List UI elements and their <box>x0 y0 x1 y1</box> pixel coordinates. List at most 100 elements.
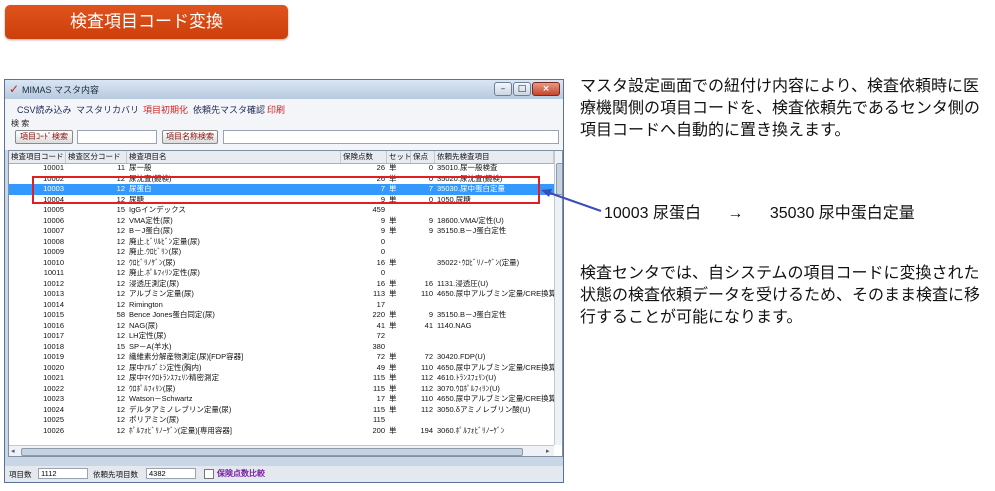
table-row[interactable]: 10012 12 浸透圧測定(尿) 16 単 16 1131.浸透圧(U) <box>9 279 554 290</box>
cell-item-name: 廃止.ﾎﾟﾙﾌｨﾘﾝ定性(尿) <box>129 268 200 277</box>
table-row[interactable]: 10022 12 ｳﾛﾎﾟﾙﾌｨﾘﾝ(尿) 115 単 112 3070.ｳﾛﾎﾟﾙﾌｨﾘﾝ… <box>9 384 554 395</box>
cell-set <box>387 415 411 426</box>
cell-set: 単 <box>389 215 397 225</box>
cell-points: 194 <box>420 425 433 435</box>
col-insurance-points[interactable]: 保険点数 <box>341 151 387 163</box>
cell-dest-item: 3070.ｳﾛﾎﾟﾙﾌｨﾘﾝ(U) <box>437 383 500 393</box>
cell-dest-item: 35150.B－J蛋白定性 <box>437 310 507 319</box>
cell-insurance-points: 113 <box>373 289 385 298</box>
name-search-input[interactable] <box>223 130 559 144</box>
cell-points: 72 <box>424 352 433 361</box>
table-row[interactable]: 10016 12 NAG(尿) 41 単 41 1140.NAG <box>9 321 554 332</box>
cell-item-name: VMA定性(尿) <box>129 215 173 225</box>
cell-dest-item: 35150.B－J蛋白定性 <box>437 226 507 235</box>
search-label: 検 索 <box>11 119 30 128</box>
points-compare-label[interactable]: 保険点数比較 <box>217 468 265 479</box>
scroll-left-icon[interactable]: ◂ <box>11 447 15 455</box>
cell-points <box>411 258 435 269</box>
table-row[interactable]: 10025 12 ポリアミン(尿) 115 <box>9 415 554 426</box>
code-search-button[interactable]: 項目ｺｰﾄﾞ検索 <box>15 130 73 144</box>
menu-item-init[interactable]: 項目初期化 <box>143 103 188 116</box>
col-points[interactable]: 保点 <box>411 151 435 163</box>
col-dest-item[interactable]: 依頼先検査項目 <box>435 151 554 163</box>
cell-dest-item: 18600.VMA/定性(U) <box>437 215 504 225</box>
cell-item-name: 尿一般 <box>129 163 152 172</box>
table-row[interactable]: 10015 58 Bence Jones蛋白同定(尿) 220 単 9 35150.B－J蛋… <box>9 310 554 321</box>
cell-item-name: SP－A(羊水) <box>129 341 172 351</box>
horizontal-scrollbar[interactable]: ◂ ▸ <box>9 445 554 456</box>
table-row[interactable]: 10021 12 尿中ﾏｲｸﾛﾄﾗﾝｽﾌｪﾘﾝ精密測定 115 単 112 4610.ﾄﾗﾝ… <box>9 373 554 384</box>
cell-category-code: 15 <box>116 205 125 214</box>
table-row[interactable]: 10007 12 B－J蛋白(尿) 9 単 9 35150.B－J蛋白定性 <box>9 226 554 237</box>
cell-category-code: 12 <box>116 320 125 330</box>
cell-set <box>387 237 411 248</box>
points-compare-checkbox[interactable] <box>204 469 214 479</box>
cell-insurance-points: 459 <box>372 205 385 214</box>
name-search-button[interactable]: 項目名称検索 <box>162 130 218 144</box>
cell-item-code: 10007 <box>43 226 64 235</box>
close-button[interactable]: × <box>532 82 560 96</box>
cell-points: 9 <box>428 215 433 225</box>
table-row[interactable]: 10010 12 ｳﾛﾋﾞﾘﾉｹﾞﾝ(尿) 16 単 35022･ｳﾛﾋﾞﾘﾉｰｹﾞﾝ(定… <box>9 258 554 269</box>
cell-dest-item <box>435 300 554 311</box>
cell-category-code: 15 <box>116 341 125 351</box>
table-row[interactable]: 10005 15 IgGインデックス 459 <box>9 205 554 216</box>
cell-category-code: 12 <box>116 226 125 235</box>
cell-category-code: 12 <box>116 383 125 393</box>
cell-item-name: デルタアミノレブリン定量(尿) <box>129 404 232 414</box>
table-row[interactable]: 10013 12 アルブミン定量(尿) 113 単 110 4650.尿中アルブミン定量/C… <box>9 289 554 300</box>
col-set[interactable]: セット <box>387 151 411 163</box>
cell-set: 単 <box>389 383 397 393</box>
window-titlebar[interactable]: ✓ MIMAS マスタ内容 – □ × <box>5 80 563 99</box>
cell-item-code: 10011 <box>43 268 64 277</box>
col-item-name[interactable]: 検査項目名 <box>127 151 341 163</box>
menu-master-recovery[interactable]: マスタリカバリ <box>76 103 139 116</box>
horizontal-scroll-thumb[interactable] <box>21 448 523 456</box>
cell-points <box>411 237 435 248</box>
cell-item-name: 廃止.ﾋﾞﾘﾙﾋﾞﾝ定量(尿) <box>129 236 200 246</box>
table-row[interactable]: 10019 12 繊維素分解産物測定(尿)[FDP容器] 72 単 72 30420.FDP… <box>9 352 554 363</box>
cell-insurance-points: 115 <box>373 415 385 424</box>
table-row[interactable]: 10017 12 LH定性(尿) 72 <box>9 331 554 342</box>
table-row[interactable]: 10023 12 Watson－Schwartz 17 単 110 4650.尿中アルブミン… <box>9 394 554 405</box>
cell-item-name: 繊維素分解産物測定(尿)[FDP容器] <box>129 352 244 361</box>
cell-points <box>411 300 435 311</box>
menu-dest-master-check[interactable]: 依頼先マスタ確認 <box>193 103 265 116</box>
cell-set <box>387 247 411 258</box>
cell-category-code: 11 <box>117 163 125 172</box>
cell-category-code: 12 <box>116 415 125 424</box>
cell-insurance-points: 72 <box>376 331 385 340</box>
col-category-code[interactable]: 検査区分コード <box>66 151 127 163</box>
maximize-button[interactable]: □ <box>513 82 531 96</box>
cell-item-name: IgGインデックス <box>129 205 186 214</box>
table-row[interactable]: 10008 12 廃止.ﾋﾞﾘﾙﾋﾞﾝ定量(尿) 0 <box>9 237 554 248</box>
window-title: MIMAS マスタ内容 <box>22 85 100 95</box>
table-row[interactable]: 10011 12 廃止.ﾎﾟﾙﾌｨﾘﾝ定性(尿) 0 <box>9 268 554 279</box>
table-row[interactable]: 10024 12 デルタアミノレブリン定量(尿) 115 単 112 3050.δアミノレブ… <box>9 405 554 416</box>
cell-item-name: 浸透圧測定(尿) <box>129 278 179 288</box>
cell-insurance-points: 0 <box>380 268 385 277</box>
table-row[interactable]: 10006 12 VMA定性(尿) 9 単 9 18600.VMA/定性(U) <box>9 216 554 227</box>
table-row[interactable]: 10001 11 尿一般 26 単 0 35010.尿一般検査 <box>9 163 554 174</box>
cell-item-code: 10023 <box>43 394 64 403</box>
cell-points <box>411 205 435 216</box>
item-count-value: 1112 <box>38 468 88 479</box>
cell-points: 110 <box>421 362 433 372</box>
table-row[interactable]: 10014 12 Rimington 17 <box>9 300 554 311</box>
cell-set: 単 <box>389 373 397 382</box>
cell-points: 112 <box>421 383 433 393</box>
minimize-button[interactable]: – <box>494 82 512 96</box>
table-row[interactable]: 10020 12 尿中ｱﾙﾌﾞﾐﾝ定性(胸内) 49 単 110 4650.尿中アルブミン定… <box>9 363 554 374</box>
table-row[interactable]: 10009 12 廃止.ｳﾛﾋﾞﾘﾝ(尿) 0 <box>9 247 554 258</box>
table-row[interactable]: 10026 12 ﾎﾟﾙﾌｫﾋﾞﾘﾉｰｹﾞﾝ(定量)[専用容器] 200 単 194 306… <box>9 426 554 437</box>
cell-category-code: 12 <box>116 352 125 361</box>
col-item-code[interactable]: 検査項目コード <box>9 151 66 163</box>
cell-item-code: 10015 <box>43 310 64 319</box>
scroll-right-icon[interactable]: ▸ <box>546 447 550 455</box>
cell-category-code: 12 <box>116 236 125 246</box>
menu-csv-import[interactable]: CSV読み込み <box>17 103 72 116</box>
table-row[interactable]: 10018 15 SP－A(羊水) 380 <box>9 342 554 353</box>
cell-points <box>411 415 435 426</box>
menu-print[interactable]: 印刷 <box>267 103 285 116</box>
code-search-input[interactable] <box>77 130 157 144</box>
